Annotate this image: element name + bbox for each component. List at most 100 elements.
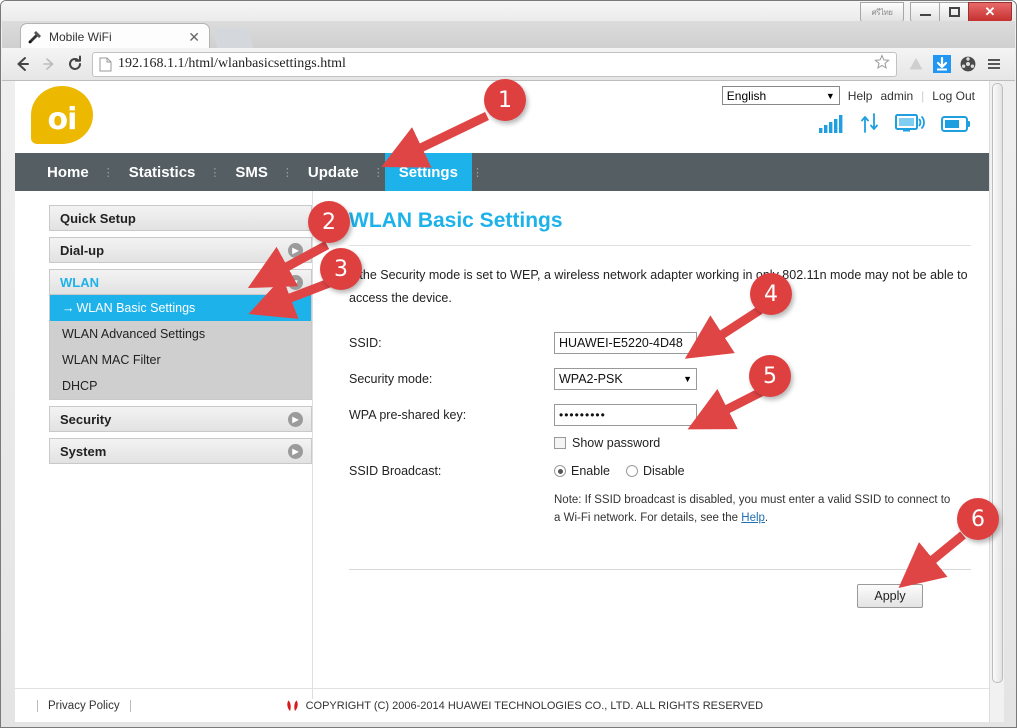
nav-item-settings[interactable]: Settings: [384, 153, 472, 191]
window-extra-button[interactable]: ศรีไทย: [860, 2, 904, 22]
page-content: Quick Setup Dial-up ▶ WLAN ▼ → WLAN Basi…: [15, 191, 989, 699]
privacy-policy-link[interactable]: Privacy Policy: [37, 699, 131, 712]
nav-item-statistics[interactable]: Statistics: [115, 153, 210, 191]
drive-triangle-icon: [909, 58, 923, 70]
language-select[interactable]: English ▼: [721, 86, 840, 105]
page-title: WLAN Basic Settings: [349, 209, 563, 232]
note-help-link[interactable]: Help: [741, 512, 765, 524]
logout-link[interactable]: Log Out: [932, 89, 975, 103]
toplink-separator: |: [921, 88, 925, 103]
window-maximize-button[interactable]: [939, 2, 969, 22]
sidebar-item-dial-up[interactable]: Dial-up ▶: [49, 237, 312, 263]
window-close-button[interactable]: ✕: [968, 2, 1012, 22]
ssid-input[interactable]: HUAWEI-E5220-4D48: [554, 332, 697, 355]
download-button[interactable]: [929, 51, 955, 77]
annotation-badge-4: 4: [750, 273, 792, 315]
ssid-broadcast-disable-radio[interactable]: [625, 465, 638, 478]
sidebar-item-label: System: [60, 443, 107, 459]
annotation-badge-1: 1: [484, 79, 526, 121]
ssid-broadcast-row: SSID Broadcast: Enable Disable: [349, 464, 971, 478]
sidebar-item-security[interactable]: Security ▶: [49, 406, 312, 432]
download-arrow-icon: [933, 55, 951, 73]
status-icons: [819, 113, 971, 133]
sidebar-item-label: Dial-up: [60, 242, 105, 258]
ssid-broadcast-disable-label: Disable: [642, 464, 685, 479]
wifi-monitor-icon: [895, 114, 925, 132]
language-value: English: [726, 88, 767, 103]
tab-title: Mobile WiFi: [49, 29, 112, 44]
sidebar-item-system[interactable]: System ▶: [49, 438, 312, 464]
page-viewport: oi English ▼ Help admin | Log Out Home ⋮…: [15, 81, 1004, 722]
security-mode-value: WPA2-PSK: [559, 372, 623, 387]
apply-button[interactable]: Apply: [857, 583, 923, 608]
browser-menu-button[interactable]: [981, 51, 1007, 77]
forward-button[interactable]: [36, 51, 62, 77]
nav-separator: ⋮: [209, 166, 222, 179]
ssid-row: SSID: HUAWEI-E5220-4D48: [349, 332, 971, 355]
chevron-down-icon: ▼: [288, 274, 303, 290]
sidebar-item-quick-setup[interactable]: Quick Setup: [49, 205, 312, 231]
reload-button[interactable]: [62, 51, 88, 77]
window-controls: ✕: [910, 2, 1012, 22]
security-mode-row: Security mode: WPA2-PSK ▼: [349, 368, 971, 391]
ssid-broadcast-enable-radio[interactable]: [554, 465, 566, 478]
drive-button[interactable]: [903, 51, 929, 77]
main-panel: WLAN Basic Settings If the Security mode…: [313, 191, 989, 699]
apply-row: Apply: [349, 583, 971, 608]
annotation-badge-2: 2: [308, 201, 350, 243]
sidebar-subitem-label: WLAN Basic Settings: [76, 301, 196, 315]
film-button[interactable]: [955, 51, 981, 77]
browser-toolbar: 192.168.1.1/html/wlanbasicsettings.html: [2, 48, 1015, 81]
page-document-icon: [99, 57, 112, 71]
user-label: admin: [880, 88, 914, 103]
url-bar[interactable]: 192.168.1.1/html/wlanbasicsettings.html: [92, 51, 897, 77]
sidebar-item-wlan[interactable]: WLAN ▼: [49, 269, 312, 295]
back-arrow-icon: [17, 57, 29, 71]
sidebar-subitem-wlan-mac-filter[interactable]: WLAN MAC Filter: [50, 347, 311, 373]
sidebar-subitem-wlan-basic-settings[interactable]: → WLAN Basic Settings: [50, 295, 311, 321]
main-nav: Home ⋮ Statistics ⋮ SMS ⋮ Update ⋮ Setti…: [15, 153, 989, 191]
nav-separator: ⋮: [372, 166, 385, 179]
show-password-row[interactable]: Show password: [554, 436, 971, 450]
sidebar-subitem-dhcp[interactable]: DHCP: [50, 373, 311, 399]
nav-item-update[interactable]: Update: [294, 153, 373, 191]
sidebar-subitem-wlan-advanced-settings[interactable]: WLAN Advanced Settings: [50, 321, 311, 347]
wlan-submenu: → WLAN Basic Settings WLAN Advanced Sett…: [49, 295, 312, 400]
nav-item-home[interactable]: Home: [33, 153, 103, 191]
tab-close-icon[interactable]: ✕: [185, 30, 203, 44]
window-minimize-button[interactable]: [910, 2, 940, 22]
sidebar-item-label: Quick Setup: [60, 210, 136, 226]
reload-icon: [69, 55, 81, 70]
tools-favicon-icon: [28, 30, 41, 43]
show-password-checkbox[interactable]: [554, 437, 566, 450]
url-text: 192.168.1.1/html/wlanbasicsettings.html: [118, 56, 346, 71]
security-mode-select[interactable]: WPA2-PSK ▼: [554, 368, 697, 391]
minimize-icon: [919, 14, 931, 16]
chevron-down-icon: ▼: [825, 90, 835, 101]
sidebar-subitem-label: WLAN MAC Filter: [62, 353, 161, 367]
scrollbar-thumb[interactable]: [992, 83, 1003, 683]
title-divider: [349, 245, 971, 246]
hamburger-menu-icon: [988, 59, 1000, 69]
header-toplinks: English ▼ Help admin | Log Out: [721, 86, 975, 105]
help-link[interactable]: Help: [848, 89, 873, 103]
copyright-text: COPYRIGHT (C) 2006-2014 HUAWEI TECHNOLOG…: [305, 699, 764, 712]
chevron-down-icon: ▼: [683, 374, 692, 385]
chevron-right-icon: ▶: [288, 443, 303, 459]
wpa-key-label: WPA pre-shared key:: [349, 408, 467, 423]
back-button[interactable]: [10, 51, 36, 77]
new-tab-button[interactable]: [212, 28, 254, 49]
browser-tabstrip: Mobile WiFi ✕: [2, 21, 1015, 49]
wpa-key-input[interactable]: •••••••••: [554, 404, 697, 427]
browser-tab[interactable]: Mobile WiFi ✕: [20, 23, 210, 49]
show-password-label: Show password: [572, 436, 661, 451]
bookmark-star-button[interactable]: [874, 53, 890, 75]
sidebar-subitem-label: DHCP: [62, 379, 98, 393]
ssid-label: SSID:: [349, 336, 382, 351]
annotation-badge-6: 6: [957, 498, 999, 540]
oi-logo-text: oi: [47, 101, 78, 137]
note-end: .: [764, 511, 769, 524]
bookmark-star-icon: [874, 53, 890, 69]
page-scrollbar[interactable]: [989, 81, 1004, 722]
nav-item-sms[interactable]: SMS: [221, 153, 282, 191]
